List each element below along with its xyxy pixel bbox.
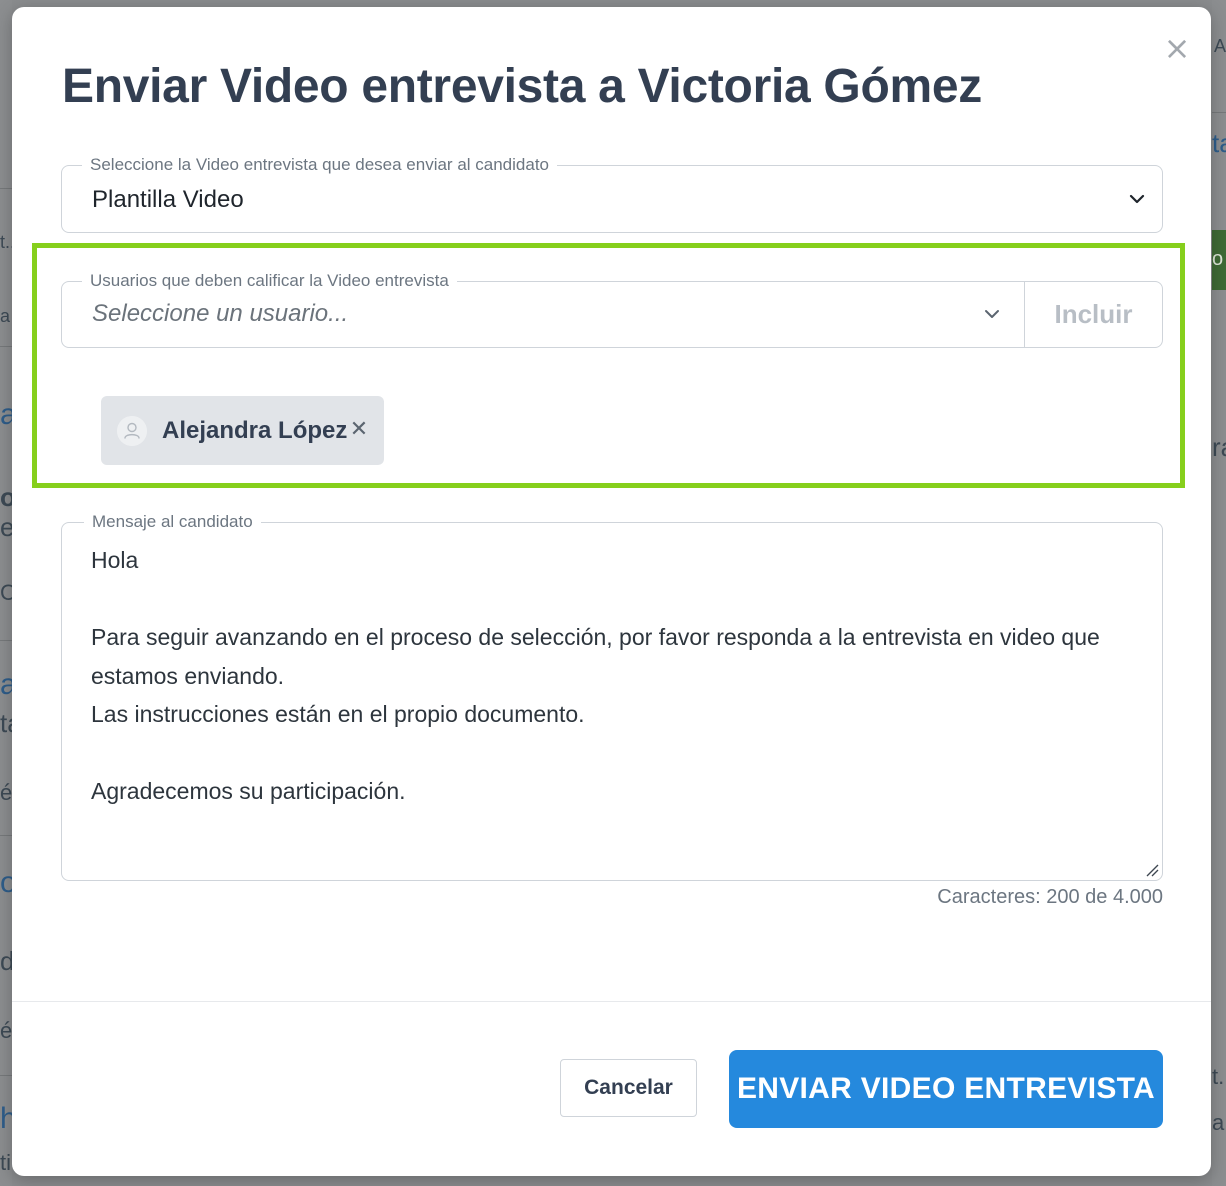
background-text: a: [0, 306, 11, 326]
evaluator-user-placeholder: Seleccione un usuario...: [92, 300, 349, 327]
background-text: t..: [0, 232, 12, 252]
evaluator-user-label: Usuarios que deben calificar la Video en…: [82, 271, 457, 291]
modal-title: Enviar Video entrevista a Victoria Gómez: [62, 60, 982, 113]
background-text: e: [0, 512, 12, 542]
background-divider: [0, 835, 12, 836]
send-video-interview-modal: × Enviar Video entrevista a Victoria Góm…: [12, 7, 1211, 1176]
background-divider: [1212, 112, 1226, 113]
background-text: a: [0, 668, 12, 701]
interview-template-value: Plantilla Video: [92, 186, 244, 213]
message-line: Las instrucciones están en el propio doc…: [91, 701, 585, 727]
background-text: é: [0, 1018, 12, 1043]
background-divider: [0, 640, 12, 641]
background-text: C: [0, 580, 12, 605]
user-avatar-icon: [117, 416, 147, 446]
evaluator-user-select[interactable]: Usuarios que deben calificar la Video en…: [61, 271, 1163, 348]
background-text: ti: [0, 1150, 11, 1175]
background-text: t..: [1212, 1064, 1226, 1089]
interview-template-label: Seleccione la Video entrevista que desea…: [82, 155, 557, 175]
resize-handle-icon[interactable]: [1145, 863, 1159, 877]
background-right-strip: [1212, 0, 1226, 1186]
candidate-message-textarea[interactable]: Mensaje al candidato Hola Para seguir av…: [61, 512, 1163, 881]
background-text: ra: [1212, 432, 1226, 462]
background-text: a: [1212, 1110, 1225, 1135]
background-divider: [0, 346, 12, 347]
background-text: ta: [0, 708, 12, 738]
evaluator-chip-name: Alejandra López: [162, 417, 348, 444]
background-text: o: [1212, 248, 1224, 270]
background-text: A: [1214, 36, 1226, 56]
interview-template-select[interactable]: Seleccione la Video entrevista que desea…: [61, 155, 1163, 233]
message-line: Hola: [91, 547, 139, 573]
candidate-message-label: Mensaje al candidato: [84, 512, 261, 532]
background-text: ta: [1212, 128, 1226, 158]
cancel-button[interactable]: Cancelar: [560, 1059, 697, 1117]
message-line: Para seguir avanzando en el proceso de s…: [91, 624, 1100, 689]
background-divider: [0, 188, 12, 189]
background-text: h: [0, 1102, 12, 1135]
candidate-message-text[interactable]: Hola Para seguir avanzando en el proceso…: [91, 541, 1141, 811]
background-text: o: [0, 866, 12, 899]
remove-chip-icon[interactable]: ✕: [347, 416, 371, 444]
message-line: Agradecemos su participación.: [91, 778, 406, 804]
chevron-down-icon[interactable]: [983, 305, 1001, 323]
footer-divider: [12, 1001, 1211, 1002]
chevron-down-icon[interactable]: [1128, 190, 1146, 208]
evaluator-chip: Alejandra López ✕: [101, 396, 384, 465]
include-user-button[interactable]: Incluir: [1025, 282, 1162, 347]
background-text: d: [0, 946, 12, 976]
background-text: o.: [0, 482, 12, 512]
close-icon[interactable]: ×: [1162, 31, 1192, 65]
background-text: é: [0, 780, 12, 805]
character-counter: Caracteres: 200 de 4.000: [937, 886, 1163, 908]
background-text: a: [0, 398, 12, 431]
background-divider: [0, 1075, 12, 1076]
send-video-interview-button[interactable]: ENVIAR VIDEO ENTREVISTA: [729, 1050, 1163, 1128]
